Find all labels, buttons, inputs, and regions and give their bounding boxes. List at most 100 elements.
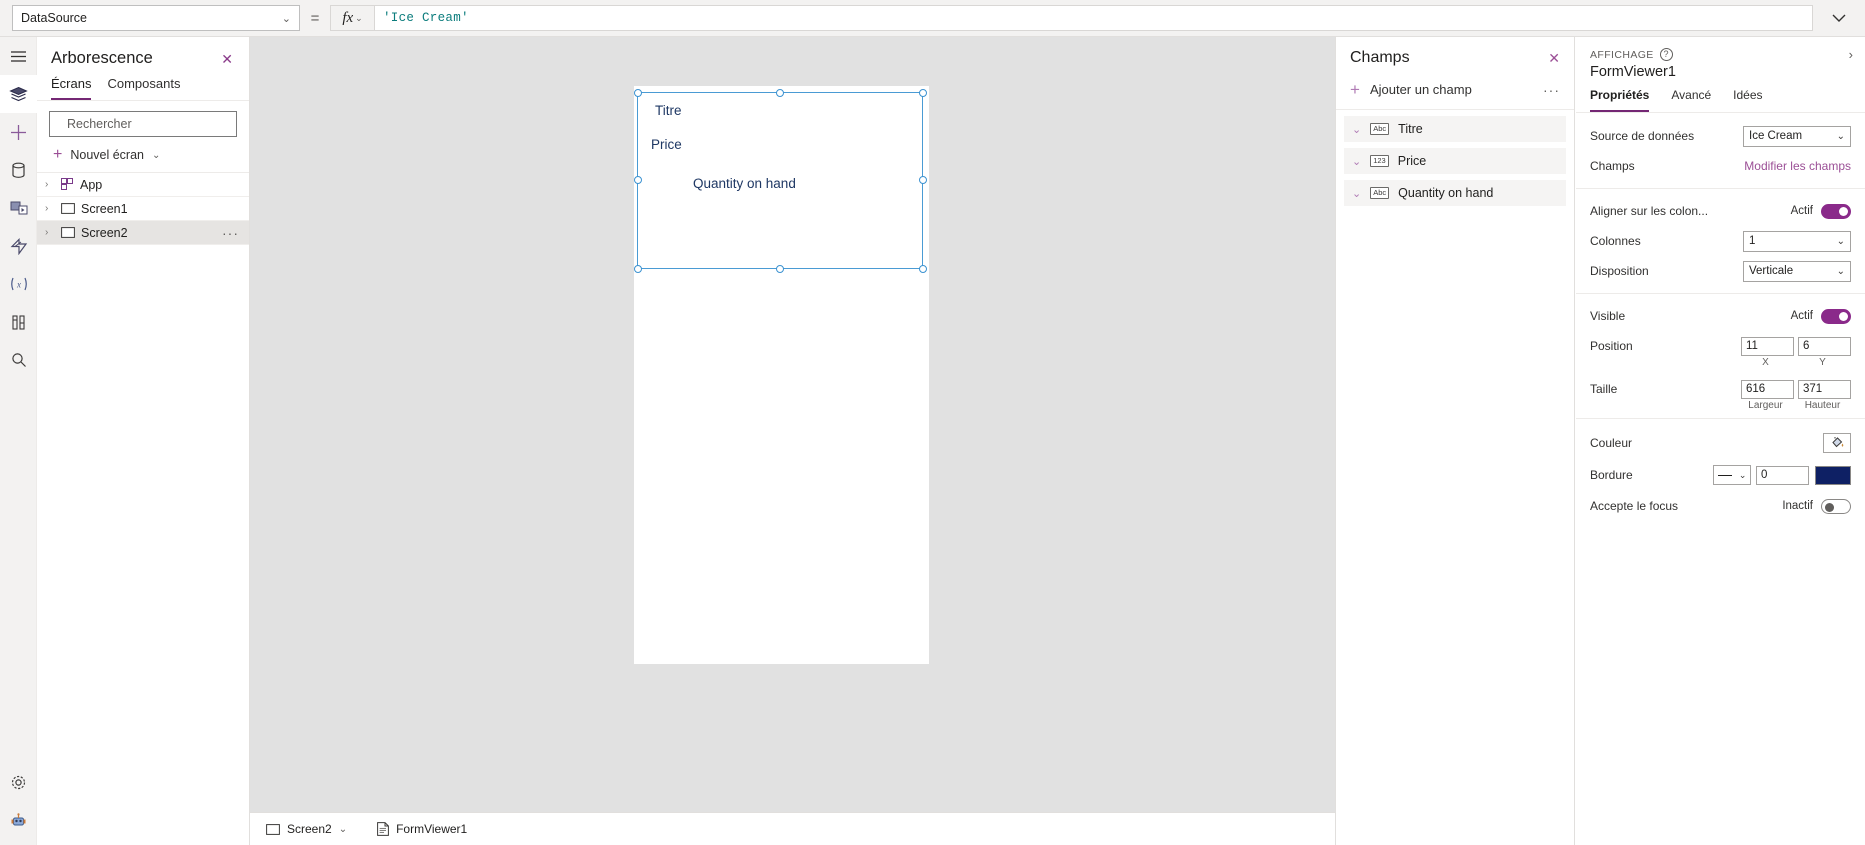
screen-rect-icon (266, 823, 280, 835)
layout-value: Verticale (1749, 265, 1794, 277)
left-rail: x (0, 37, 37, 845)
fx-button[interactable]: fx ⌄ (330, 5, 374, 31)
focus-toggle[interactable] (1821, 498, 1851, 514)
tree-item-label: Screen1 (81, 201, 128, 216)
tab-ecrans[interactable]: Écrans (51, 76, 92, 100)
variables-x-icon[interactable]: x (0, 265, 37, 303)
data-cylinder-icon[interactable] (0, 151, 37, 189)
tree-view-icon[interactable] (0, 75, 37, 113)
canvas-area[interactable]: Titre Price Quantity on hand (250, 37, 1335, 845)
tree-search-box[interactable] (49, 111, 237, 137)
line-style-icon (1717, 474, 1732, 476)
row-border: Bordure ⌄ (1576, 460, 1865, 490)
close-icon[interactable]: ✕ (1548, 51, 1560, 65)
test-studio-icon[interactable] (0, 303, 37, 341)
tree-item-screen1[interactable]: › Screen1 (37, 197, 249, 221)
properties-panel-header: AFFICHAGE ? › (1576, 37, 1865, 62)
border-style-dropdown[interactable]: ⌄ (1713, 465, 1751, 485)
search-input[interactable] (65, 116, 230, 132)
screen-canvas[interactable] (634, 86, 929, 664)
add-field-button[interactable]: + Ajouter un champ ··· (1336, 71, 1574, 110)
tree-item-overflow-menu[interactable]: ··· (222, 225, 239, 241)
snap-columns-toggle[interactable] (1821, 203, 1851, 219)
svg-text:x: x (16, 280, 21, 290)
add-field-label: Ajouter un champ (1369, 82, 1472, 97)
new-screen-button[interactable]: + Nouvel écran ⌄ (37, 143, 249, 173)
field-item-quantity-on-hand[interactable]: ⌄ Abc Quantity on hand (1344, 180, 1566, 206)
fields-label: Champs (1590, 159, 1635, 173)
border-color-swatch[interactable] (1815, 465, 1851, 485)
search-icon[interactable] (0, 341, 37, 379)
chevron-down-icon: ⌄ (281, 12, 291, 25)
chevron-down-icon: ⌄ (355, 12, 363, 23)
breadcrumb-control[interactable]: FormViewer1 (361, 813, 481, 845)
datasource-label: Source de données (1590, 129, 1695, 143)
tree-panel-tabs: Écrans Composants (37, 74, 249, 101)
form-field-titre[interactable]: Titre (655, 103, 682, 118)
media-icon[interactable] (0, 189, 37, 227)
hamburger-menu-icon[interactable] (0, 37, 37, 75)
columns-value: 1 (1749, 235, 1756, 247)
chevron-right-icon: › (45, 179, 49, 190)
plus-icon: + (53, 146, 63, 163)
question-mark-icon[interactable]: ? (1659, 48, 1673, 61)
screen-rect-icon (61, 203, 75, 214)
snap-columns-state: Actif (1790, 205, 1813, 217)
row-visible: Visible Actif (1576, 301, 1865, 331)
tree-item-screen2[interactable]: › Screen2 ··· (37, 221, 249, 245)
fields-overflow-menu[interactable]: ··· (1543, 82, 1560, 98)
tree-item-app[interactable]: › App (37, 173, 249, 197)
tab-avance[interactable]: Avancé (1671, 88, 1711, 112)
field-item-titre[interactable]: ⌄ Abc Titre (1344, 116, 1566, 142)
form-field-quantity-on-hand[interactable]: Quantity on hand (693, 176, 796, 191)
datasource-dropdown[interactable]: Ice Cream ⌄ (1743, 125, 1851, 147)
breadcrumb-control-label: FormViewer1 (396, 822, 468, 836)
tree-panel-title: Arborescence (51, 49, 153, 67)
tab-composants[interactable]: Composants (107, 76, 180, 100)
formula-expand-button[interactable] (1813, 0, 1865, 37)
chevron-right-icon: › (45, 227, 49, 238)
tree-item-label: Screen2 (81, 225, 128, 240)
edit-fields-link[interactable]: Modifier les champs (1744, 159, 1851, 173)
insert-plus-icon[interactable] (0, 113, 37, 151)
breadcrumb-screen[interactable]: Screen2 ⌄ (250, 813, 361, 845)
field-item-label: Quantity on hand (1398, 186, 1494, 200)
border-thickness-input[interactable] (1756, 465, 1809, 485)
divider (1576, 188, 1865, 189)
border-label: Bordure (1590, 468, 1633, 482)
position-x-input[interactable] (1741, 336, 1794, 356)
power-automate-icon[interactable] (0, 227, 37, 265)
color-picker-button[interactable] (1823, 433, 1851, 453)
tab-idees[interactable]: Idées (1733, 88, 1762, 112)
focus-state: Inactif (1782, 500, 1813, 512)
close-icon[interactable]: ✕ (217, 50, 237, 68)
properties-kicker: AFFICHAGE ? (1590, 48, 1673, 61)
chevron-down-icon: ⌄ (1352, 155, 1362, 168)
columns-dropdown[interactable]: 1 ⌄ (1743, 230, 1851, 252)
field-item-label: Titre (1398, 122, 1423, 136)
size-width-input[interactable] (1741, 379, 1794, 399)
chevron-down-icon: ⌄ (1352, 123, 1362, 136)
chevron-right-icon[interactable]: › (1849, 47, 1853, 62)
properties-panel: AFFICHAGE ? › FormViewer1 Propriétés Ava… (1576, 37, 1865, 845)
form-field-price[interactable]: Price (651, 137, 682, 152)
field-item-price[interactable]: ⌄ 123 Price (1344, 148, 1566, 174)
power-apps-studio: DataSource ⌄ = fx ⌄ 'Ice Cream' x Arbore… (0, 0, 1865, 845)
formula-input[interactable]: 'Ice Cream' (374, 5, 1813, 31)
size-height-input[interactable] (1798, 379, 1851, 399)
row-snap-columns: Aligner sur les colon... Actif (1576, 196, 1865, 226)
snap-columns-toggle-wrap: Actif (1790, 203, 1851, 219)
copilot-robot-icon[interactable] (0, 801, 37, 839)
row-color: Couleur (1576, 426, 1865, 460)
snap-columns-label: Aligner sur les colon... (1590, 204, 1709, 218)
settings-gear-icon[interactable] (0, 763, 37, 801)
focus-label: Accepte le focus (1590, 499, 1679, 513)
position-y-input[interactable] (1798, 336, 1851, 356)
property-selector[interactable]: DataSource ⌄ (12, 5, 300, 31)
layout-dropdown[interactable]: Verticale ⌄ (1743, 260, 1851, 282)
tab-proprietes[interactable]: Propriétés (1590, 88, 1650, 112)
tree-search-wrapper (37, 101, 249, 143)
fields-panel-header: Champs ✕ (1336, 37, 1574, 71)
visible-toggle[interactable] (1821, 308, 1851, 324)
field-type-icon: Abc (1370, 123, 1390, 135)
